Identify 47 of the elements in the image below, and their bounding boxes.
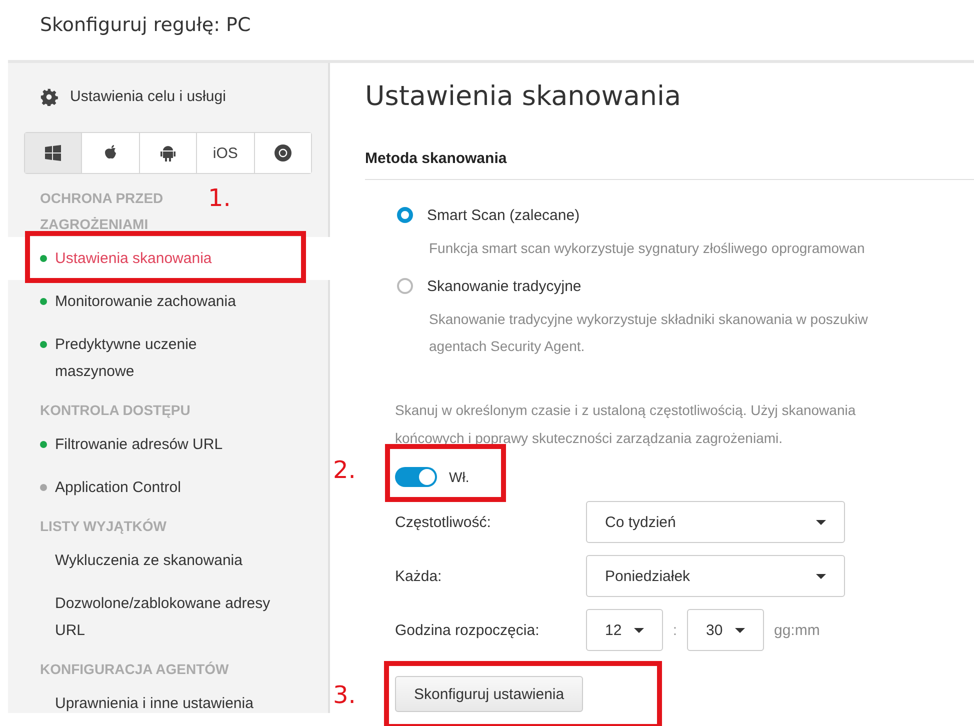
toggle-label: Wł.	[449, 469, 470, 485]
section-heading: KONFIGURACJA AGENTÓW	[40, 660, 229, 679]
step-number: 2.	[333, 456, 356, 484]
radio-label: Smart Scan (zalecane)	[427, 206, 580, 224]
field-label: Częstotliwość:	[395, 514, 492, 530]
section-heading: OCHRONA PRZED ZAGROŻENIAMI	[40, 189, 164, 234]
sidebar-item[interactable]: Application Control	[8, 466, 328, 509]
description-text: Funkcja smart scan wykorzystuje sygnatury złośliwego oprogramowan	[428, 239, 866, 258]
description-text: Skanuj w określonym czasie i z ustaloną częstotliwością. Użyj skanowania końcowych i poprawy skuteczności zarządzania zagrożeniami.	[394, 401, 857, 448]
chrome-icon	[274, 144, 292, 162]
radio-button[interactable]	[397, 207, 413, 223]
platform-tab[interactable]	[25, 133, 82, 173]
sidebar-item[interactable]: Filtrowanie adresów URL	[8, 423, 328, 466]
step-number: 1.	[208, 184, 231, 212]
sidebar-item[interactable]: Wykluczenia ze skanowania	[8, 539, 328, 582]
page-heading: Ustawienia skanowania	[365, 80, 682, 114]
toggle-switch[interactable]	[395, 467, 437, 487]
radio-label: Skanowanie tradycyjne	[427, 278, 582, 294]
hour-dropdown[interactable]: 12	[586, 609, 663, 651]
step-number: 3.	[333, 681, 356, 709]
radio-button[interactable]	[397, 278, 413, 294]
sidebar-item[interactable]: Monitorowanie zachowania	[8, 280, 328, 323]
minute-dropdown[interactable]: 30	[687, 609, 764, 651]
caret-icon	[816, 574, 826, 578]
sidebar-header: Ustawienia celu i usługi	[70, 87, 226, 107]
sidebar-item[interactable]: Uprawnienia i inne ustawienia	[8, 682, 328, 717]
android-icon	[160, 144, 176, 162]
window-title: Skonfiguruj regułę: PC	[39, 13, 252, 38]
description-text: Skanowanie tradycyjne wykorzystuje składniki skanowania w poszukiw agentach Security Agent.	[428, 310, 869, 356]
section-heading: KONTROLA DOSTĘPU	[40, 401, 190, 420]
sidebar-item[interactable]: Ustawienia skanowania	[8, 237, 330, 280]
field-label: Godzina rozpoczęcia:	[395, 622, 540, 638]
field-label: Każda:	[395, 568, 443, 584]
dropdown[interactable]: Poniedziałek	[586, 555, 845, 597]
format-hint: gg:mm	[774, 622, 820, 638]
sidebar-item[interactable]: Predyktywne uczenie maszynowe	[8, 323, 328, 393]
gear-icon	[40, 88, 58, 106]
time-separator: :	[672, 622, 678, 638]
sidebar-item[interactable]: Dozwolone/zablokowane adresy URL	[8, 582, 328, 652]
caret-icon	[634, 628, 644, 632]
configure-button[interactable]: Skonfiguruj ustawienia	[395, 676, 584, 712]
caret-icon	[735, 628, 745, 632]
section-title: Metoda skanowania	[365, 149, 974, 180]
windows-icon	[45, 145, 62, 161]
section-heading: LISTY WYJĄTKÓW	[40, 517, 167, 536]
dropdown[interactable]: Co tydzień	[586, 501, 845, 543]
caret-icon	[816, 520, 826, 524]
